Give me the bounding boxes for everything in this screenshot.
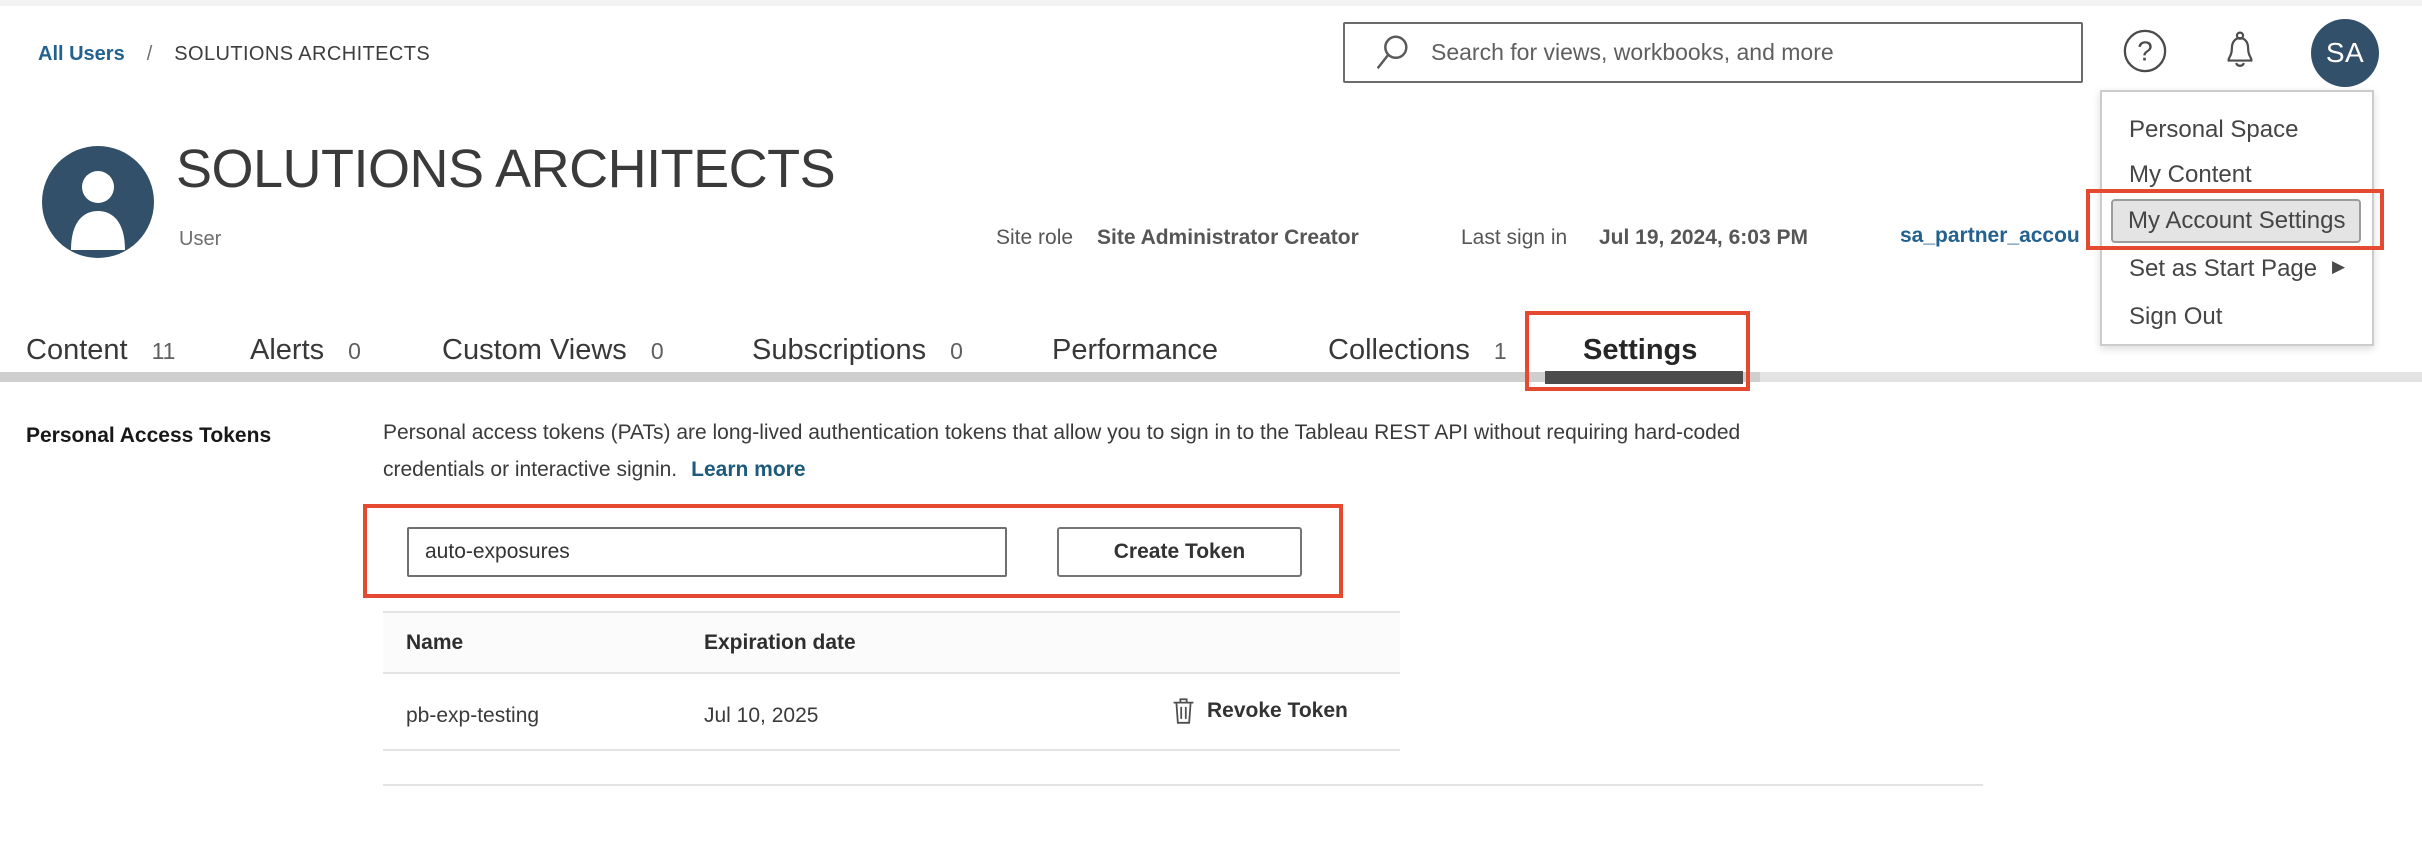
- help-button[interactable]: ?: [2121, 27, 2169, 75]
- svg-text:?: ?: [2137, 36, 2152, 67]
- menu-item-sign-out[interactable]: Sign Out: [2129, 303, 2222, 331]
- token-row-expiration: Jul 10, 2025: [704, 704, 818, 728]
- table-border-bottom: [383, 749, 1400, 751]
- pat-section-label: Personal Access Tokens: [26, 424, 271, 448]
- token-name-input[interactable]: [407, 527, 1007, 577]
- table-border-top: [383, 611, 1400, 613]
- tab-content[interactable]: Content 11: [26, 334, 175, 367]
- account-menu: Personal Space My Content My Account Set…: [2100, 90, 2374, 346]
- tab-collections[interactable]: Collections 1: [1328, 334, 1507, 367]
- column-header-expiration: Expiration date: [704, 631, 856, 655]
- menu-item-my-content[interactable]: My Content: [2129, 161, 2252, 189]
- breadcrumb-current-page: SOLUTIONS ARCHITECTS: [174, 43, 430, 66]
- last-sign-in-label: Last sign in: [1461, 226, 1567, 250]
- tab-alerts[interactable]: Alerts 0: [250, 334, 361, 367]
- account-avatar-button[interactable]: SA: [2311, 19, 2379, 87]
- site-role-value: Site Administrator Creator: [1097, 226, 1359, 250]
- tab-custom-views[interactable]: Custom Views 0: [442, 334, 664, 367]
- menu-item-personal-space[interactable]: Personal Space: [2129, 116, 2298, 144]
- person-icon: [42, 146, 154, 258]
- breadcrumb: All Users / SOLUTIONS ARCHITECTS: [38, 40, 430, 68]
- page-title: SOLUTIONS ARCHITECTS: [176, 138, 835, 200]
- menu-item-set-as-start-page[interactable]: Set as Start Page: [2129, 255, 2317, 283]
- search-icon: [1371, 32, 1413, 74]
- section-divider: [383, 784, 1983, 786]
- account-name-link[interactable]: sa_partner_accou: [1900, 224, 2080, 248]
- pat-description-line2-text: credentials or interactive signin.: [383, 458, 677, 482]
- top-edge-strip: [0, 0, 2422, 6]
- token-table-header-row: [383, 613, 1400, 672]
- learn-more-link[interactable]: Learn more: [691, 458, 805, 482]
- submenu-arrow-icon: ▶: [2332, 257, 2345, 277]
- selected-tab-underline: [1545, 371, 1743, 384]
- menu-item-my-account-settings[interactable]: My Account Settings: [2111, 199, 2361, 243]
- pat-description-line2: credentials or interactive signin. Learn…: [383, 458, 806, 482]
- token-row-name: pb-exp-testing: [406, 704, 539, 728]
- tab-performance[interactable]: Performance: [1052, 334, 1218, 367]
- last-sign-in-value: Jul 19, 2024, 6:03 PM: [1599, 226, 1808, 250]
- create-token-button[interactable]: Create Token: [1057, 527, 1302, 577]
- search-bar[interactable]: [1343, 22, 2083, 83]
- column-header-name: Name: [406, 631, 463, 655]
- search-input[interactable]: [1429, 38, 2061, 67]
- user-avatar: [42, 146, 154, 258]
- help-icon: ?: [2122, 28, 2168, 74]
- tab-subscriptions[interactable]: Subscriptions 0: [752, 334, 963, 367]
- bell-icon: [2217, 28, 2263, 74]
- tab-bar-track-dark: [0, 372, 1760, 382]
- table-border-header: [383, 672, 1400, 674]
- site-role-label: Site role: [996, 226, 1073, 250]
- avatar-initials: SA: [2326, 37, 2364, 69]
- user-type-label: User: [179, 228, 221, 251]
- tab-settings[interactable]: Settings: [1583, 334, 1697, 367]
- trash-icon: [1172, 697, 1195, 725]
- breadcrumb-separator: /: [147, 43, 153, 66]
- revoke-token-button[interactable]: Revoke Token: [1172, 697, 1348, 725]
- breadcrumb-all-users-link[interactable]: All Users: [38, 43, 125, 66]
- notifications-button[interactable]: [2216, 27, 2264, 75]
- pat-description-line1: Personal access tokens (PATs) are long-l…: [383, 421, 1740, 445]
